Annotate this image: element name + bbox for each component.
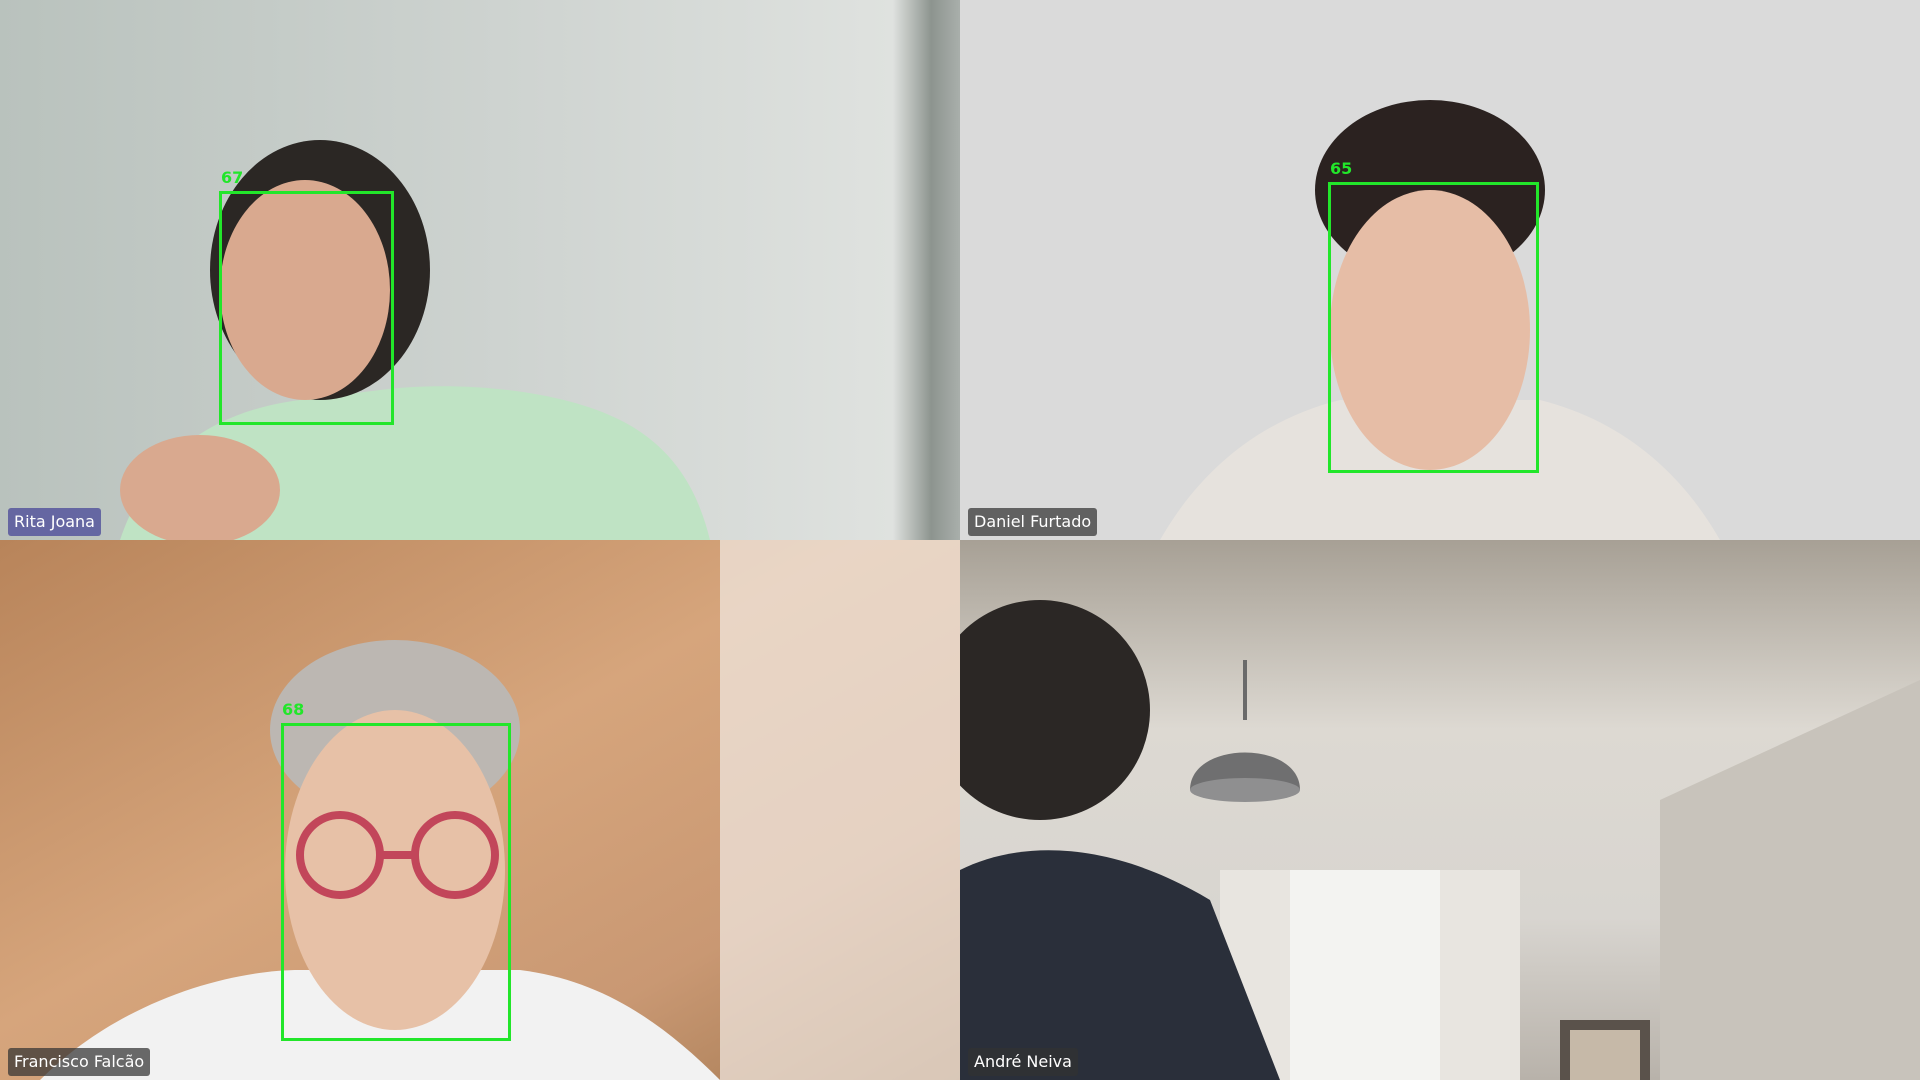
participant-name-tag: André Neiva (968, 1048, 1078, 1076)
video-tile-daniel-furtado[interactable]: 65 Daniel Furtado (960, 0, 1920, 540)
video-gallery: 67 Rita Joana 65 Daniel Furtado 68 Franc… (0, 0, 1920, 1080)
face-detection-id: 67 (221, 168, 244, 187)
participant-video (960, 540, 1920, 1080)
face-detection-id: 68 (282, 700, 305, 719)
participant-name-tag: Francisco Falcão (8, 1048, 151, 1076)
video-tile-francisco-falcao[interactable]: 68 Francisco Falcão (0, 540, 960, 1080)
face-detection-box (281, 723, 511, 1041)
participant-name-tag: Rita Joana (8, 508, 101, 536)
face-detection-id: 65 (1330, 159, 1353, 178)
video-tile-andre-neiva[interactable]: André Neiva (960, 540, 1920, 1080)
participant-name-tag: Daniel Furtado (968, 508, 1098, 536)
video-tile-rita-joana[interactable]: 67 Rita Joana (0, 0, 960, 540)
face-detection-box (219, 191, 394, 425)
face-detection-box (1328, 182, 1539, 473)
participant-video (0, 0, 960, 540)
